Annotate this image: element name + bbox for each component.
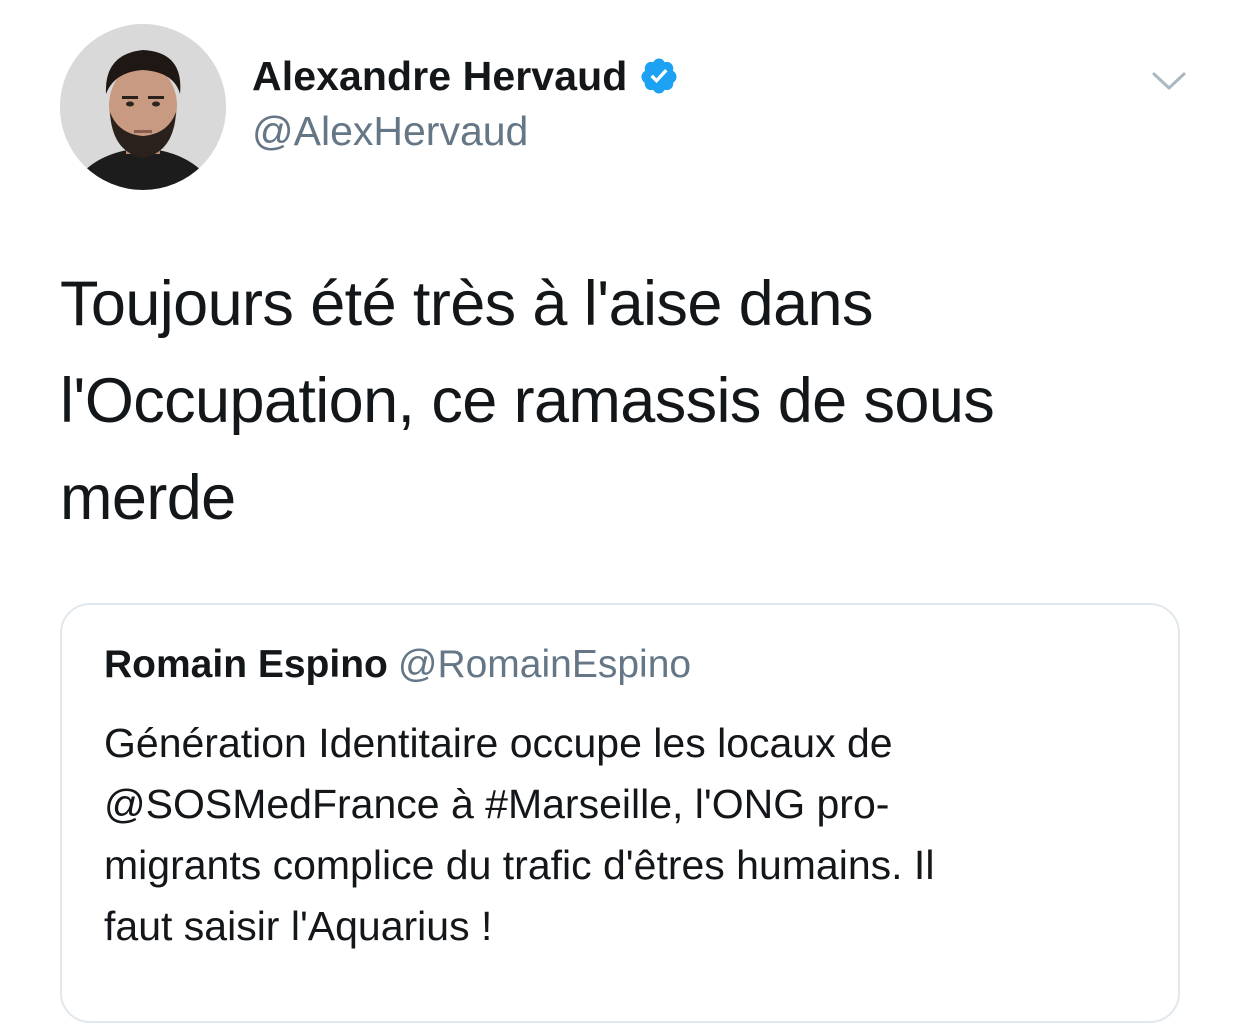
- tweet-text: Toujours été très à l'aise dans l'Occupa…: [60, 256, 1180, 547]
- tweet: Alexandre Hervaud @AlexHervaud Toujours …: [0, 0, 1242, 1023]
- verified-badge-icon: [639, 56, 679, 96]
- avatar[interactable]: [60, 24, 226, 190]
- quoted-author-handle: @RomainEspino: [397, 643, 692, 686]
- quoted-text-line: migrants complice du trafic d'êtres huma…: [104, 842, 935, 888]
- quoted-tweet-card[interactable]: Romain Espino @RomainEspino Génération Id…: [60, 603, 1180, 1023]
- author-name-row: Alexandre Hervaud: [252, 50, 679, 102]
- tweet-text-line: l'Occupation, ce ramassis de sous: [60, 366, 995, 436]
- tweet-text-line: Toujours été très à l'aise dans: [60, 269, 873, 339]
- chevron-down-icon: [1152, 72, 1186, 90]
- avatar-image: [60, 24, 226, 190]
- quoted-author-name: Romain Espino: [104, 643, 388, 686]
- quoted-text-line: @SOSMedFrance à #Marseille, l'ONG pro-: [104, 781, 890, 827]
- quoted-text-line: faut saisir l'Aquarius !: [104, 903, 493, 949]
- tweet-text-line: merde: [60, 463, 236, 533]
- author-handle[interactable]: @AlexHervaud: [252, 108, 528, 155]
- author-display-name[interactable]: Alexandre Hervaud: [252, 53, 627, 100]
- quoted-tweet-header: Romain Espino @RomainEspino: [104, 643, 691, 687]
- quoted-text-line: Génération Identitaire occupe les locaux…: [104, 720, 893, 766]
- tweet-menu-button[interactable]: [1150, 66, 1188, 96]
- quoted-tweet-text: Génération Identitaire occupe les locaux…: [104, 713, 1144, 957]
